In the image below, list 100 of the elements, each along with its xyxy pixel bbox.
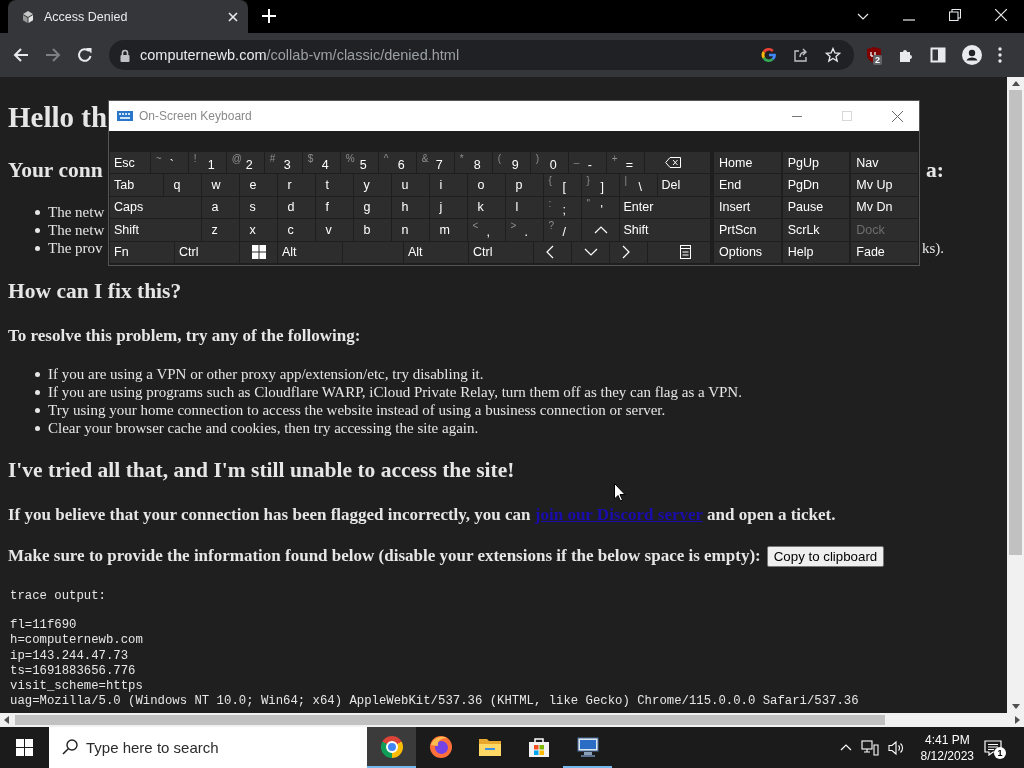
- keyboard-key[interactable]: ^ 6: [378, 152, 416, 174]
- keyboard-key[interactable]: Home: [714, 152, 781, 174]
- keyboard-key[interactable]: z: [201, 219, 239, 241]
- keyboard-key[interactable]: u: [391, 174, 429, 196]
- keyboard-key[interactable]: Caps: [110, 196, 201, 219]
- keyboard-key[interactable]: i: [429, 174, 467, 196]
- keyboard-key[interactable]: Enter: [619, 196, 710, 219]
- keyboard-key[interactable]: " ': [581, 196, 619, 219]
- keyboard-key[interactable]: ScrLk: [782, 219, 850, 241]
- vertical-scrollbar[interactable]: [1007, 77, 1024, 713]
- keyboard-key[interactable]: Esc: [110, 152, 150, 174]
- keyboard-key[interactable]: n: [391, 219, 429, 241]
- keyboard-key[interactable]: # 3: [264, 152, 302, 174]
- keyboard-key[interactable]: } ]: [581, 174, 619, 196]
- keyboard-key[interactable]: Alt: [278, 241, 342, 263]
- keyboard-key[interactable]: { [: [543, 174, 581, 196]
- shield-extension-icon[interactable]: 2: [866, 46, 882, 64]
- scroll-down-icon[interactable]: [1011, 704, 1020, 709]
- keyboard-key[interactable]: ) 0: [530, 152, 568, 174]
- clock-time[interactable]: 4:41 PM: [924, 731, 970, 748]
- keyboard-key[interactable]: Options: [714, 241, 781, 263]
- keyboard-key[interactable]: Shift: [110, 219, 201, 241]
- chevron-down-icon[interactable]: [857, 13, 869, 21]
- keyboard-key[interactable]: Shift: [619, 219, 710, 241]
- keyboard-key[interactable]: x: [239, 219, 277, 241]
- keyboard-key[interactable]: d: [277, 196, 315, 219]
- speaker-icon[interactable]: [887, 739, 906, 756]
- keyboard-key[interactable]: w: [201, 174, 239, 196]
- horizontal-scrollbar[interactable]: [0, 713, 1024, 727]
- restore-icon[interactable]: [949, 9, 961, 21]
- keyboard-key[interactable]: Mv Up: [851, 174, 918, 196]
- back-arrow-icon[interactable]: [13, 47, 29, 63]
- scrollbar-thumb[interactable]: [15, 715, 885, 725]
- keyboard-key[interactable]: t: [315, 174, 353, 196]
- keyboard-key[interactable]: Insert: [714, 196, 781, 219]
- keyboard-key[interactable]: b: [353, 219, 391, 241]
- keyboard-key[interactable]: ( 9: [492, 152, 530, 174]
- keyboard-key[interactable]: : ;: [543, 196, 581, 219]
- keyboard-key[interactable]: > .: [505, 219, 543, 241]
- keyboard-key[interactable]: y: [353, 174, 391, 196]
- keyboard-key[interactable]: Pause: [782, 196, 850, 219]
- keyboard-key[interactable]: [644, 152, 710, 174]
- windows-start-icon[interactable]: [16, 739, 33, 756]
- google-icon[interactable]: [761, 47, 777, 63]
- keyboard-key[interactable]: s: [239, 196, 277, 219]
- copy-button[interactable]: Copy to clipboard: [766, 545, 885, 567]
- keyboard-key[interactable]: m: [429, 219, 467, 241]
- keyboard-key[interactable]: Nav: [851, 152, 918, 174]
- keyboard-key[interactable]: o: [467, 174, 505, 196]
- keyboard-key[interactable]: % 5: [340, 152, 378, 174]
- keyboard-key[interactable]: r: [277, 174, 315, 196]
- keyboard-key[interactable]: Ctrl: [469, 241, 533, 263]
- scroll-up-icon[interactable]: [1011, 81, 1020, 86]
- keyboard-key[interactable]: * 8: [454, 152, 492, 174]
- side-panel-icon[interactable]: [930, 47, 946, 63]
- chevron-up-icon[interactable]: [839, 744, 852, 751]
- keyboard-key[interactable]: ! 1: [188, 152, 226, 174]
- keyboard-key[interactable]: v: [315, 219, 353, 241]
- keyboard-key[interactable]: j: [429, 196, 467, 219]
- taskbar-app[interactable]: [367, 727, 416, 768]
- keyboard-key[interactable]: & 7: [416, 152, 454, 174]
- keyboard-key[interactable]: $ 4: [302, 152, 340, 174]
- forward-arrow-icon[interactable]: [45, 47, 61, 63]
- keyboard-key[interactable]: Fn: [110, 241, 174, 263]
- puzzle-icon[interactable]: [898, 47, 914, 63]
- keyboard-key[interactable]: Ctrl: [175, 241, 239, 263]
- keyboard-key[interactable]: Del: [657, 174, 710, 196]
- network-icon[interactable]: [860, 739, 879, 756]
- keyboard-key[interactable]: Tab: [110, 174, 163, 196]
- keyboard-key[interactable]: @ 2: [226, 152, 264, 174]
- keyboard-key[interactable]: [240, 241, 277, 263]
- keyboard-key[interactable]: [648, 241, 710, 263]
- keyboard-key[interactable]: ~ `: [150, 152, 188, 174]
- keyboard-key[interactable]: PrtScn: [714, 219, 781, 241]
- keyboard-key[interactable]: Alt: [404, 241, 468, 263]
- keyboard-key[interactable]: q: [163, 174, 201, 196]
- address-bar[interactable]: computernewb.com/collab-vm/classic/denied.html: [109, 40, 854, 70]
- keyboard-key[interactable]: Mv Dn: [851, 196, 918, 219]
- scrollbar-thumb[interactable]: [1009, 90, 1022, 555]
- keyboard-key[interactable]: h: [391, 196, 429, 219]
- keyboard-key[interactable]: p: [505, 174, 543, 196]
- keyboard-key[interactable]: Help: [782, 241, 850, 263]
- more-menu-icon[interactable]: [998, 47, 1002, 63]
- keyboard-key[interactable]: + =: [606, 152, 644, 174]
- keyboard-key[interactable]: l: [505, 196, 543, 219]
- search-field[interactable]: Type here to search: [49, 727, 367, 768]
- keyboard-key[interactable]: ? /: [543, 219, 581, 241]
- star-icon[interactable]: [825, 47, 841, 63]
- keyboard-key[interactable]: PgUp: [782, 152, 850, 174]
- keyboard-key[interactable]: f: [315, 196, 353, 219]
- clock-date[interactable]: 8/12/2023: [920, 747, 974, 764]
- scroll-right-icon[interactable]: [1015, 716, 1020, 724]
- keyboard-key[interactable]: g: [353, 196, 391, 219]
- keyboard-key[interactable]: a: [201, 196, 239, 219]
- keyboard-key[interactable]: End: [714, 174, 781, 196]
- keyboard-key[interactable]: k: [467, 196, 505, 219]
- minimize-icon[interactable]: [792, 115, 802, 117]
- keyboard-key[interactable]: e: [239, 174, 277, 196]
- profile-avatar-icon[interactable]: [962, 45, 982, 65]
- scroll-left-icon[interactable]: [4, 716, 9, 724]
